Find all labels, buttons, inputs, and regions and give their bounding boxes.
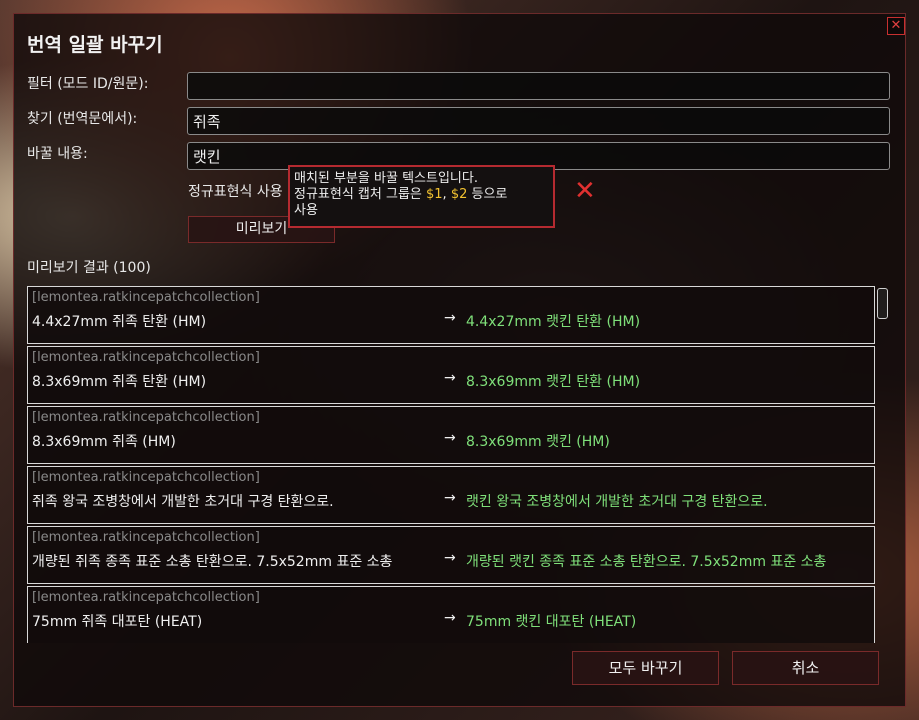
- scrollbar-thumb[interactable]: [877, 288, 888, 319]
- arrow-icon: →: [444, 490, 456, 506]
- target-text: 랫킨 왕국 조병창에서 개발한 초거대 구경 탄환으로.: [466, 494, 768, 510]
- tooltip-line-2: 정규표현식 캡처 그룹은 $1, $2 등으로: [294, 187, 508, 202]
- result-row[interactable]: [lemontea.ratkincepatchcollection] 75mm …: [27, 586, 875, 643]
- source-text: 75mm 쥐족 대포탄 (HEAT): [32, 614, 203, 630]
- tooltip-line-1: 매치된 부분을 바꿀 텍스트입니다.: [294, 171, 478, 186]
- close-button[interactable]: ✕: [887, 17, 905, 35]
- arrow-icon: →: [444, 370, 456, 386]
- target-text: 4.4x27mm 랫킨 탄환 (HM): [466, 314, 641, 330]
- arrow-icon: →: [444, 610, 456, 626]
- arrow-icon: →: [444, 430, 456, 446]
- replace-label: 바꿀 내용:: [27, 146, 88, 162]
- tooltip-line-3: 사용: [294, 203, 318, 218]
- mod-id: [lemontea.ratkincepatchcollection]: [32, 590, 260, 605]
- result-row[interactable]: [lemontea.ratkincepatchcollection] 8.3x6…: [27, 346, 875, 404]
- cancel-button[interactable]: 취소: [732, 651, 879, 685]
- results-count-label: 미리보기 결과 (100): [27, 260, 151, 276]
- mod-id: [lemontea.ratkincepatchcollection]: [32, 410, 260, 425]
- target-text: 8.3x69mm 랫킨 (HM): [466, 434, 610, 450]
- source-text: 쥐족 왕국 조병창에서 개발한 초거대 구경 탄환으로.: [32, 494, 334, 510]
- arrow-icon: →: [444, 550, 456, 566]
- error-x-icon: ✕: [574, 176, 596, 206]
- mod-id: [lemontea.ratkincepatchcollection]: [32, 470, 260, 485]
- source-text: 8.3x69mm 쥐족 탄환 (HM): [32, 374, 207, 390]
- results-scrollbar[interactable]: [877, 287, 889, 642]
- capture-group-2: $2: [450, 187, 468, 202]
- result-row[interactable]: [lemontea.ratkincepatchcollection] 쥐족 왕국…: [27, 466, 875, 524]
- find-input[interactable]: [187, 107, 890, 135]
- result-row[interactable]: [lemontea.ratkincepatchcollection] 8.3x6…: [27, 406, 875, 464]
- target-text: 8.3x69mm 랫킨 탄환 (HM): [466, 374, 641, 390]
- results-list[interactable]: [lemontea.ratkincepatchcollection] 4.4x2…: [27, 286, 875, 643]
- capture-group-1: $1: [426, 187, 443, 202]
- find-label: 찾기 (번역문에서):: [27, 111, 138, 127]
- source-text: 8.3x69mm 쥐족 (HM): [32, 434, 176, 450]
- arrow-icon: →: [444, 310, 456, 326]
- result-row[interactable]: [lemontea.ratkincepatchcollection] 4.4x2…: [27, 286, 875, 344]
- filter-label: 필터 (모드 ID/원문):: [27, 76, 149, 92]
- replace-all-button[interactable]: 모두 바꾸기: [572, 651, 719, 685]
- close-icon: ✕: [890, 18, 902, 33]
- result-row[interactable]: [lemontea.ratkincepatchcollection] 개량된 쥐…: [27, 526, 875, 584]
- mod-id: [lemontea.ratkincepatchcollection]: [32, 350, 260, 365]
- filter-input[interactable]: [187, 72, 890, 100]
- dialog-title: 번역 일괄 바꾸기: [27, 34, 163, 56]
- replace-tooltip: 매치된 부분을 바꿀 텍스트입니다. 정규표현식 캡처 그룹은 $1, $2 등…: [288, 165, 555, 228]
- mod-id: [lemontea.ratkincepatchcollection]: [32, 530, 260, 545]
- source-text: 4.4x27mm 쥐족 탄환 (HM): [32, 314, 207, 330]
- regex-checkbox-label[interactable]: 정규표현식 사용: [188, 181, 283, 201]
- mod-id: [lemontea.ratkincepatchcollection]: [32, 290, 260, 305]
- target-text: 개량된 랫킨 종족 표준 소총 탄환으로. 7.5x52mm 표준 소총: [466, 554, 827, 570]
- source-text: 개량된 쥐족 종족 표준 소총 탄환으로. 7.5x52mm 표준 소총: [32, 554, 393, 570]
- target-text: 75mm 랫킨 대포탄 (HEAT): [466, 614, 637, 630]
